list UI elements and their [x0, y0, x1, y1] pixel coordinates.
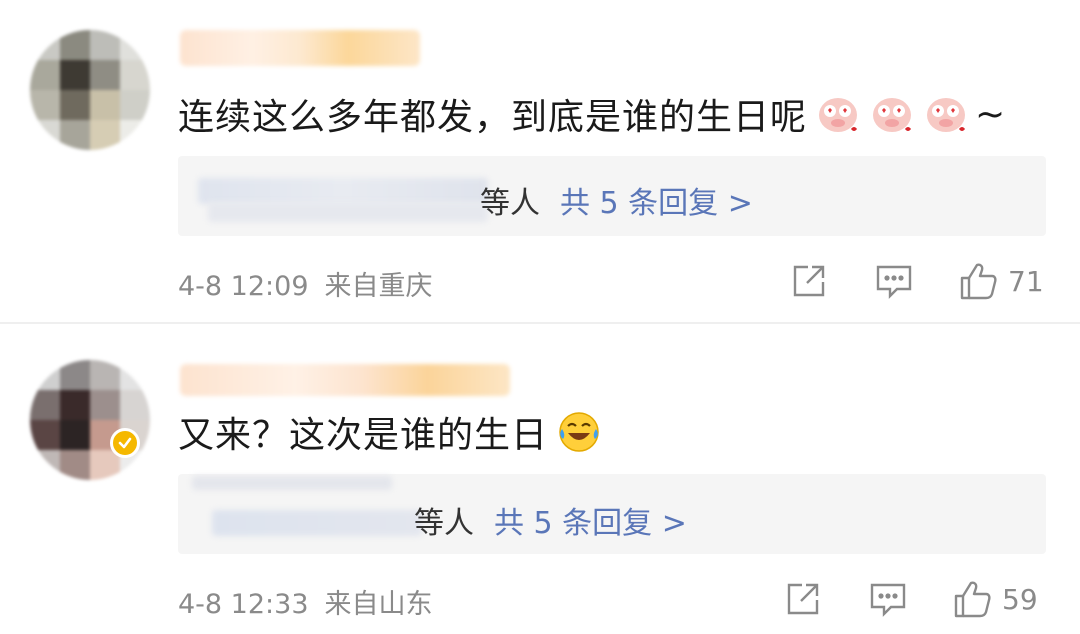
reply-preview[interactable]: 等人 共 5 条回复 >: [178, 474, 1046, 554]
username-blurred[interactable]: [180, 30, 420, 66]
comment-suffix: ~: [975, 93, 1007, 135]
comment-body: 连续这么多年都发，到底是谁的生日呢: [178, 97, 808, 138]
comment-meta: 4-8 12:33 来自山东: [178, 582, 433, 621]
laugh-cry-emoji: [559, 412, 599, 452]
reply-people-label: 等人: [414, 506, 474, 541]
avatar[interactable]: [30, 30, 150, 150]
comment-location: 来自山东: [324, 589, 433, 620]
avatar[interactable]: [30, 360, 150, 480]
comment-icon: [870, 583, 906, 617]
reply-users-blurred: [208, 202, 488, 222]
comment-location: 来自重庆: [324, 271, 433, 302]
comment-body: 又来？这次是谁的生日: [178, 415, 549, 456]
comment-text: 又来？这次是谁的生日: [178, 406, 602, 458]
reply-users-blurred: [192, 476, 392, 490]
like-icon: [960, 263, 997, 300]
reply-users-blurred: [212, 510, 422, 536]
verified-badge-icon: [110, 428, 140, 458]
pig-heart-eyes-emoji: [819, 98, 858, 132]
like-button[interactable]: 71: [958, 260, 1044, 302]
reply-people-label: 等人: [480, 186, 540, 221]
reply-users-blurred: [198, 178, 488, 204]
share-icon: [793, 265, 825, 297]
share-button[interactable]: [784, 580, 822, 618]
like-count: 71: [1008, 264, 1044, 298]
comment-icon: [876, 265, 912, 299]
comment-button[interactable]: [868, 580, 908, 618]
like-icon: [954, 581, 991, 618]
comment-date: 4-8 12:09: [178, 271, 309, 302]
comment-item: 又来？这次是谁的生日 等人 共 5 条回复 > 4-8 12:33 来自山东 5…: [0, 324, 1080, 634]
username-blurred[interactable]: [180, 364, 510, 396]
reply-summary: 等人 共 5 条回复 >: [480, 178, 753, 222]
view-replies-link[interactable]: 共 5 条回复 >: [560, 178, 753, 222]
comment-item: 连续这么多年都发，到底是谁的生日呢 ~ 等人 共 5 条回复 > 4-8 12:…: [0, 0, 1080, 322]
share-button[interactable]: [790, 262, 828, 300]
pig-heart-eyes-emoji: [873, 98, 912, 132]
view-replies-link[interactable]: 共 5 条回复 >: [494, 498, 687, 542]
like-button[interactable]: 59: [952, 578, 1038, 620]
comment-text: 连续这么多年都发，到底是谁的生日呢 ~: [178, 88, 1006, 140]
comment-meta: 4-8 12:09 来自重庆: [178, 264, 433, 303]
reply-summary: 等人 共 5 条回复 >: [414, 498, 687, 542]
comment-date: 4-8 12:33: [178, 589, 309, 620]
share-icon: [787, 583, 819, 615]
pig-heart-eyes-emoji: [927, 98, 966, 132]
like-count: 59: [1002, 582, 1038, 616]
reply-preview[interactable]: 等人 共 5 条回复 >: [178, 156, 1046, 236]
comment-button[interactable]: [874, 262, 914, 300]
